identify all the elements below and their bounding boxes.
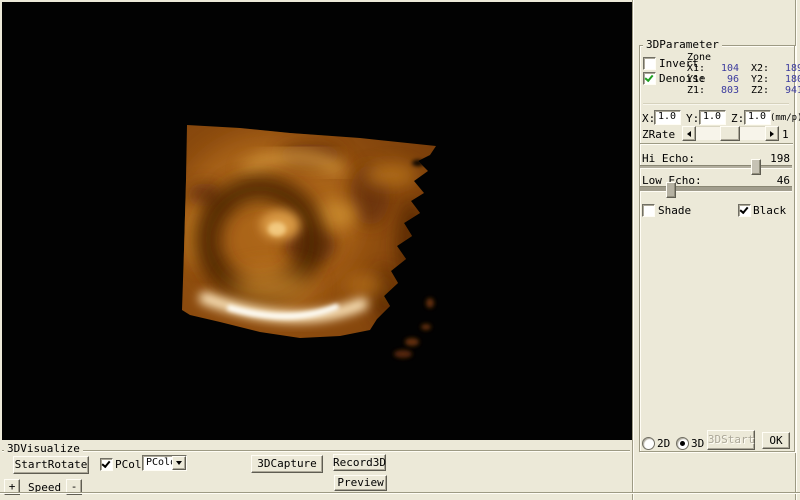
zone-row: Y1: 96 Y2: 180: [687, 75, 800, 85]
scale-z-input[interactable]: 1.0: [744, 110, 771, 125]
zone-z1-label: Z1:: [687, 86, 709, 96]
zrate-label: ZRate: [642, 129, 675, 140]
hi-echo-slider-thumb[interactable]: [751, 159, 761, 175]
3dstart-button[interactable]: 3DStart: [707, 430, 755, 450]
mode-3d-radio[interactable]: [676, 437, 689, 450]
low-echo-value: 46: [760, 175, 790, 186]
black-checkbox[interactable]: [738, 204, 751, 217]
hi-echo-value: 198: [760, 153, 790, 164]
shade-label: Shade: [658, 205, 691, 216]
low-echo-slider-thumb[interactable]: [666, 182, 676, 198]
zone-y1-value: 96: [709, 75, 739, 85]
shade-checkbox[interactable]: [642, 204, 655, 217]
zone-x2-label: X2:: [751, 64, 775, 74]
mode-2d-label: 2D: [657, 438, 670, 449]
zone-y2-label: Y2:: [751, 75, 775, 85]
scale-z-label: Z:: [731, 113, 744, 124]
parameter-group-label: 3DParameter: [643, 39, 722, 51]
black-label: Black: [753, 205, 786, 216]
preview-button[interactable]: Preview: [334, 475, 387, 491]
zone-row: X1: 104 X2: 189: [687, 64, 800, 74]
visualize-group-line: [2, 450, 630, 451]
chevron-down-icon: [176, 461, 182, 465]
panel-divider: [632, 0, 633, 500]
zone-z2-value: 941: [775, 86, 800, 96]
record3d-button[interactable]: Record3D: [333, 454, 386, 471]
hi-echo-slider-track[interactable]: [640, 165, 792, 168]
denoise-checkbox[interactable]: [643, 72, 656, 85]
chevron-left-icon: [687, 131, 691, 137]
ultrasound-render: [160, 95, 460, 375]
zone-z2-label: Z2:: [751, 86, 775, 96]
3dcapture-button[interactable]: 3DCapture: [251, 455, 323, 473]
zone-y2-value: 180: [775, 75, 800, 85]
scale-x-input[interactable]: 1.0: [654, 110, 681, 125]
render-viewport[interactable]: [2, 2, 632, 440]
zone-x1-value: 104: [709, 64, 739, 74]
zrate-slider-left-button[interactable]: [682, 126, 696, 141]
visualize-group-label: 3DVisualize: [4, 443, 83, 455]
separator: [643, 103, 789, 104]
mode-2d-radio[interactable]: [642, 437, 655, 450]
pcolor-checkbox[interactable]: [100, 458, 113, 471]
zrate-slider-right-button[interactable]: [765, 126, 779, 141]
start-rotate-button[interactable]: StartRotate: [13, 456, 89, 474]
scale-unit-label: (mm/p): [770, 113, 800, 124]
separator: [640, 143, 793, 144]
scale-y-input[interactable]: 1.0: [699, 110, 726, 125]
window-bottom-edge: [0, 492, 800, 493]
zone-label: Zone: [687, 52, 711, 63]
pcolor-dropdown-button[interactable]: [172, 456, 186, 470]
parameter-groupbox: [639, 45, 795, 452]
scale-y-label: Y:: [686, 113, 699, 124]
zone-x1-label: X1:: [687, 64, 709, 74]
app-window: 3DParameter Invert Denoise Zone X1: 104 …: [0, 0, 800, 500]
pcolor-dropdown[interactable]: PColor: [142, 455, 187, 471]
hi-echo-label: Hi Echo:: [642, 153, 695, 164]
zone-x2-value: 189: [775, 64, 800, 74]
invert-checkbox[interactable]: [643, 57, 656, 70]
low-echo-slider-track[interactable]: [640, 186, 792, 191]
chevron-right-icon: [770, 131, 774, 137]
zone-z1-value: 803: [709, 86, 739, 96]
ok-button[interactable]: OK: [762, 432, 790, 449]
zrate-slider-thumb[interactable]: [720, 126, 740, 141]
zone-y1-label: Y1:: [687, 75, 709, 85]
zone-table: X1: 104 X2: 189 Y1: 96 Y2: 180 Z1: 803 Z…: [687, 64, 800, 97]
zone-row: Z1: 803 Z2: 941: [687, 86, 800, 96]
zrate-value: 1: [782, 129, 789, 140]
mode-3d-label: 3D: [691, 438, 704, 449]
